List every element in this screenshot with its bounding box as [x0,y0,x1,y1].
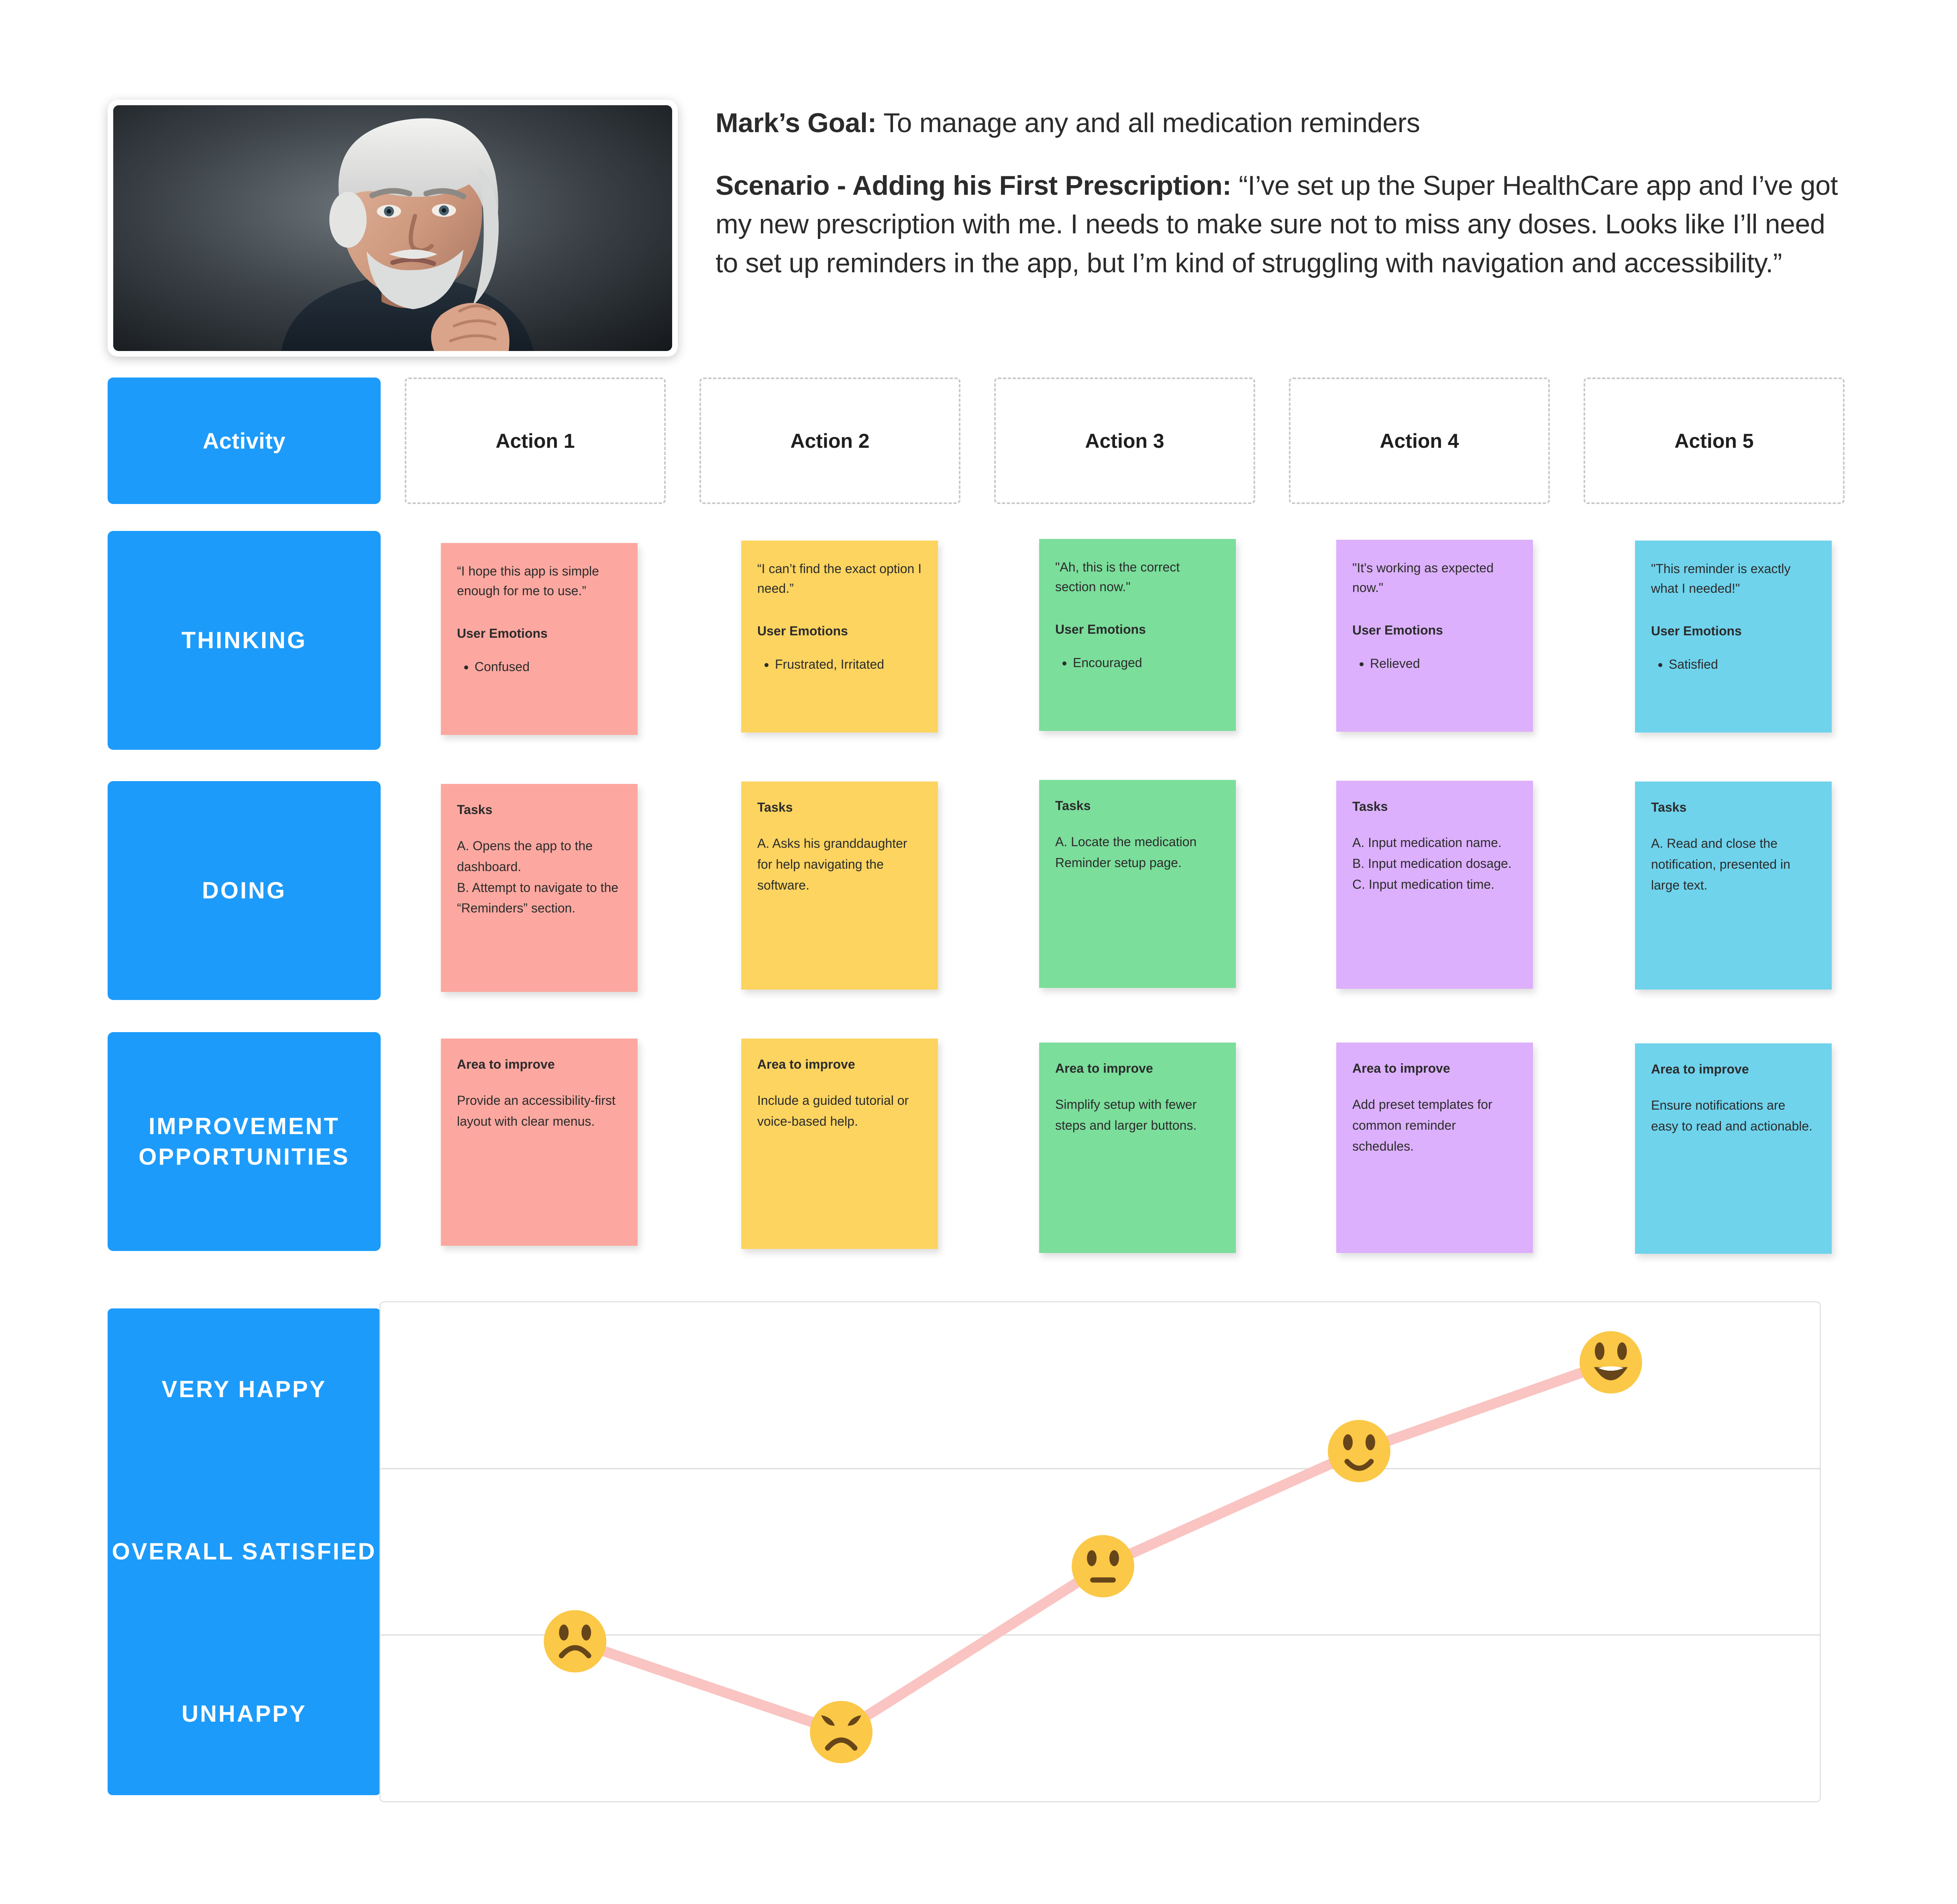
thinking-quote-3: "Ah, this is the correct section now." [1055,560,1180,594]
doing-subhead-4: Tasks [1352,799,1388,814]
improvement-body-1: Provide an accessibility-first layout wi… [457,1093,616,1129]
persona-header-text: Mark’s Goal: To manage any and all medic… [706,100,1846,361]
doing-subhead-2: Tasks [757,800,793,814]
row-label-activity: Activity [108,378,381,504]
thinking-quote-5: "This reminder is exactly what I needed!… [1651,561,1791,596]
thinking-note-1[interactable]: “I hope this app is simple enough for me… [441,543,638,735]
doing-note-2[interactable]: Tasks A. Asks his granddaughter for help… [741,782,938,990]
emoji-frowning-face [544,1610,607,1673]
thinking-subhead-5: User Emotions [1651,624,1742,639]
action-cell-3[interactable]: Action 3 [994,378,1255,504]
thinking-note-2[interactable]: “I can’t find the exact option I need.” … [741,541,938,733]
scenario-line: Scenario - Adding his First Prescription… [716,166,1846,283]
thinking-quote-4: "It's working as expected now." [1352,561,1494,595]
persona-header: Mark’s Goal: To manage any and all medic… [108,100,1846,361]
doing-note-1[interactable]: Tasks A. Opens the app to the dashboard.… [441,784,638,992]
thinking-emotions-5: Satisfied [1651,655,1816,674]
doing-body-1: A. Opens the app to the dashboard. B. At… [457,839,619,916]
thinking-subhead-1: User Emotions [457,626,548,641]
thinking-subhead-3: User Emotions [1055,622,1146,637]
emotion-item: Frustrated, Irritated [775,655,922,674]
emoji-neutral-face [1072,1535,1134,1598]
improvement-body-4: Add preset templates for common reminder… [1352,1097,1492,1153]
emotion-item: Encouraged [1073,653,1220,672]
doing-body-2: A. Asks his granddaughter for help navig… [757,836,907,892]
action-cell-2[interactable]: Action 2 [699,378,960,504]
doing-subhead-3: Tasks [1055,798,1091,813]
elderly-man-portrait-image [113,105,672,351]
improvement-note-3[interactable]: Area to improve Simplify setup with fewe… [1039,1043,1236,1253]
action-cell-5[interactable]: Action 5 [1584,378,1845,504]
improvement-note-2[interactable]: Area to improve Include a guided tutoria… [741,1039,938,1249]
improvement-subhead-4: Area to improve [1352,1061,1450,1075]
improvement-note-4[interactable]: Area to improve Add preset templates for… [1336,1043,1533,1253]
doing-note-3[interactable]: Tasks A. Locate the medication Reminder … [1039,780,1236,988]
doing-body-3: A. Locate the medication Reminder setup … [1055,835,1197,870]
emotion-scale-panel [108,1308,381,1795]
row-label-improvement-opportunities: IMPROVEMENT OPPORTUNITIES [108,1032,381,1251]
goal-label: Mark’s Goal: [716,108,877,138]
action-cell-1[interactable]: Action 1 [405,378,666,504]
improvement-subhead-2: Area to improve [757,1057,855,1071]
thinking-emotions-3: Encouraged [1055,653,1220,672]
improvement-note-1[interactable]: Area to improve Provide an accessibility… [441,1039,638,1246]
thinking-subhead-4: User Emotions [1352,623,1443,638]
row-label-thinking: THINKING [108,531,381,750]
doing-note-4[interactable]: Tasks A. Input medication name. B. Input… [1336,781,1533,989]
goal-line: Mark’s Goal: To manage any and all medic… [716,105,1846,141]
thinking-emotions-2: Frustrated, Irritated [757,655,922,674]
improvement-subhead-5: Area to improve [1651,1062,1749,1076]
improvement-body-3: Simplify setup with fewer steps and larg… [1055,1097,1197,1133]
persona-photo-card [108,100,678,357]
improvement-subhead-1: Area to improve [457,1057,555,1071]
improvement-body-2: Include a guided tutorial or voice-based… [757,1093,909,1129]
doing-body-4: A. Input medication name. B. Input medic… [1352,835,1512,892]
emotion-journey-chart [379,1301,1821,1802]
thinking-quote-2: “I can’t find the exact option I need.” [757,561,922,596]
doing-body-5: A. Read and close the notification, pres… [1651,836,1790,892]
emoji-angry-face [810,1701,872,1763]
goal-text: To manage any and all medication reminde… [876,108,1420,138]
emotion-item: Confused [475,657,622,676]
improvement-subhead-3: Area to improve [1055,1061,1153,1075]
action-cell-4[interactable]: Action 4 [1289,378,1550,504]
thinking-note-5[interactable]: "This reminder is exactly what I needed!… [1635,541,1832,733]
doing-note-5[interactable]: Tasks A. Read and close the notification… [1635,782,1832,990]
emoji-grinning-face [1580,1331,1642,1394]
thinking-subhead-2: User Emotions [757,624,848,639]
emotion-item: Satisfied [1669,655,1816,674]
row-label-doing: DOING [108,781,381,1000]
thinking-quote-1: “I hope this app is simple enough for me… [457,564,599,598]
improvement-body-5: Ensure notifications are easy to read an… [1651,1098,1813,1133]
thinking-note-4[interactable]: "It's working as expected now." User Emo… [1336,540,1533,732]
doing-subhead-5: Tasks [1651,800,1687,814]
improvement-note-5[interactable]: Area to improve Ensure notifications are… [1635,1043,1832,1254]
thinking-emotions-4: Relieved [1352,654,1517,673]
doing-subhead-1: Tasks [457,802,493,817]
scenario-label: Scenario - Adding his First Prescription… [716,170,1231,201]
thinking-note-3[interactable]: "Ah, this is the correct section now." U… [1039,539,1236,731]
thinking-emotions-1: Confused [457,657,622,676]
emotion-item: Relieved [1370,654,1517,673]
emoji-slightly-smiling-face [1328,1420,1390,1482]
